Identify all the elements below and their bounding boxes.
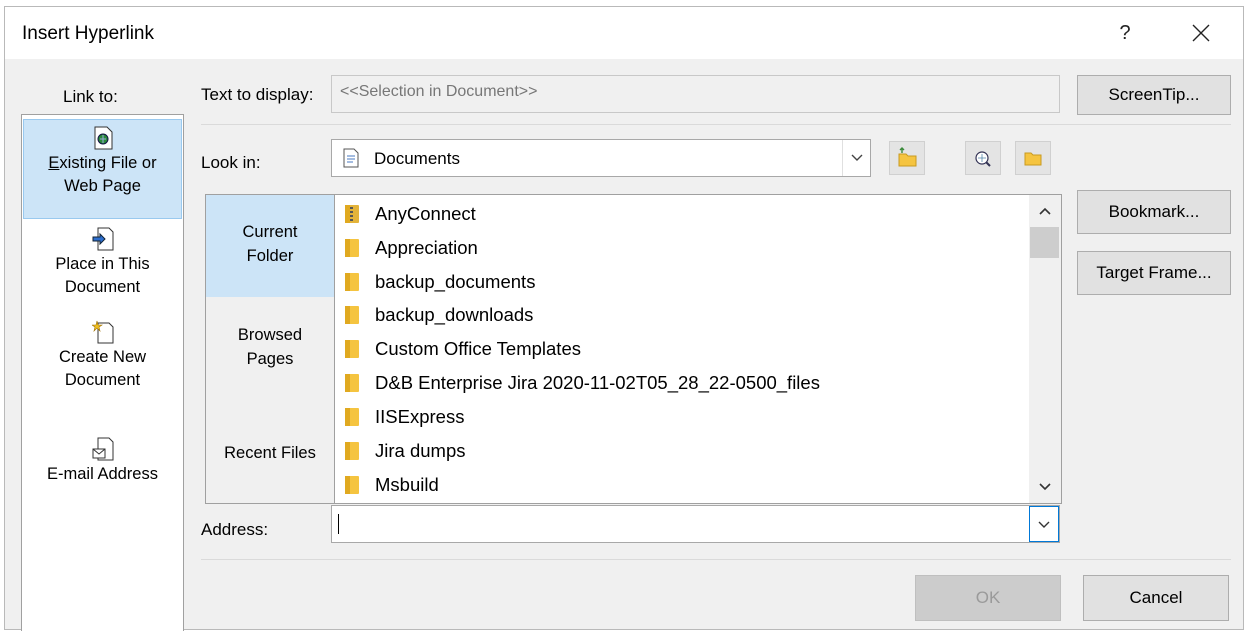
help-button[interactable]: ? [1105, 15, 1145, 51]
address-label: Address: [201, 520, 269, 539]
open-folder-icon [1024, 152, 1042, 166]
folder-icon [345, 476, 359, 494]
file-list-scrollbar[interactable] [1029, 195, 1061, 503]
chevron-up-icon [1039, 207, 1051, 215]
look-in-value: Documents [374, 149, 460, 168]
file-name: Custom Office Templates [375, 338, 581, 359]
up-one-folder-button[interactable] [889, 141, 925, 175]
folder-icon [345, 306, 359, 324]
close-button[interactable] [1177, 15, 1225, 51]
link-to-label: Link to: [63, 87, 118, 106]
list-item[interactable]: IISExpress [343, 400, 1023, 433]
look-in-combo[interactable]: Documents [331, 139, 871, 177]
scroll-thumb[interactable] [1030, 227, 1059, 258]
file-name: Jira dumps [375, 440, 466, 461]
title-bar: Insert Hyperlink ? [5, 7, 1243, 59]
insert-hyperlink-dialog: Insert Hyperlink ? Link to: Existing Fil… [4, 6, 1244, 631]
browsed-pages-line2: Pages [246, 350, 294, 368]
list-item[interactable]: AnyConnect [343, 197, 1023, 230]
text-to-display-input[interactable]: <<Selection in Document>> [331, 75, 1060, 113]
folder-icon [345, 374, 359, 392]
link-to-panel: Existing File or Web Page Place in This … [21, 114, 184, 631]
email-address-icon [92, 437, 113, 461]
link-to-email-address[interactable]: E-mail Address [23, 437, 182, 497]
list-item[interactable]: D&B Enterprise Jira 2020-11-02T05_28_22-… [343, 366, 1023, 399]
place-in-document-line1: Place in This [55, 255, 150, 273]
look-in-label: Look in: [201, 153, 261, 172]
file-name: IISExpress [375, 406, 465, 427]
scroll-up-button[interactable] [1029, 197, 1061, 225]
email-address-text: E-mail Address [47, 465, 158, 483]
file-name: D&B Enterprise Jira 2020-11-02T05_28_22-… [375, 372, 820, 393]
dialog-title: Insert Hyperlink [22, 23, 154, 44]
up-folder-icon [898, 147, 917, 167]
ok-button[interactable]: OK [915, 575, 1061, 621]
current-folder-line1: Current [242, 223, 298, 241]
file-name: backup_downloads [375, 304, 534, 325]
link-to-label-line1: Existing File or [48, 154, 157, 172]
target-frame-button[interactable]: Target Frame... [1077, 251, 1231, 295]
create-new-document-line1: Create New [58, 348, 147, 366]
place-in-document-line2: Document [64, 278, 141, 296]
file-name: backup_documents [375, 271, 536, 292]
file-name: AnyConnect [375, 203, 476, 224]
current-folder-line2: Folder [246, 247, 294, 265]
place-browsed-pages[interactable]: Browsed Pages [206, 323, 334, 383]
existing-file-icon [94, 126, 112, 150]
list-item[interactable]: backup_downloads [343, 298, 1023, 331]
documents-icon [343, 148, 359, 168]
folder-icon [345, 408, 359, 426]
look-in-dropdown-button[interactable] [842, 140, 870, 176]
cancel-button[interactable]: Cancel [1083, 575, 1229, 621]
screentip-button[interactable]: ScreenTip... [1077, 75, 1231, 115]
link-to-create-new-document[interactable]: Create New Document [23, 320, 182, 400]
create-new-document-icon [91, 320, 113, 344]
separator-bottom [201, 559, 1231, 560]
place-current-folder[interactable]: Current Folder [206, 195, 334, 297]
bookmark-button[interactable]: Bookmark... [1077, 190, 1231, 234]
list-item[interactable]: backup_documents [343, 265, 1023, 298]
browse-web-icon [975, 151, 991, 167]
list-item[interactable]: Appreciation [343, 231, 1023, 264]
separator-top [201, 124, 1231, 125]
folder-icon [345, 442, 359, 460]
help-icon: ? [1119, 22, 1131, 44]
text-to-display-label: Text to display: [201, 85, 314, 104]
file-name: Appreciation [375, 237, 478, 258]
place-in-document-icon [92, 227, 113, 251]
file-name: Msbuild [375, 474, 439, 495]
browse-file-button[interactable] [1015, 141, 1051, 175]
close-icon [1192, 24, 1210, 42]
file-list[interactable]: AnyConnect Appreciation backup_documents… [335, 194, 1062, 504]
chevron-down-icon [1038, 521, 1050, 528]
link-to-label-line2: Web Page [64, 177, 141, 195]
link-to-existing-file[interactable]: Existing File or Web Page [23, 119, 182, 219]
browse-web-button[interactable] [965, 141, 1001, 175]
places-bar: Current Folder Browsed Pages Recent File… [205, 194, 335, 504]
list-item[interactable]: Custom Office Templates [343, 332, 1023, 365]
folder-icon [345, 340, 359, 358]
text-caret [338, 514, 339, 534]
recent-files-text: Recent Files [224, 444, 316, 462]
folder-icon [345, 273, 359, 291]
zip-folder-icon [345, 205, 359, 223]
existing-file-text: xisting File or [59, 154, 157, 172]
scroll-down-button[interactable] [1029, 473, 1061, 501]
folder-icon [345, 239, 359, 257]
browsed-pages-line1: Browsed [237, 326, 303, 344]
chevron-down-icon [851, 154, 863, 161]
chevron-down-icon [1039, 483, 1051, 491]
place-recent-files[interactable]: Recent Files [206, 441, 334, 471]
address-dropdown-button[interactable] [1029, 506, 1059, 542]
address-input[interactable] [331, 505, 1060, 543]
list-item[interactable]: Msbuild [343, 468, 1023, 501]
create-new-document-line2: Document [64, 371, 141, 389]
list-item[interactable]: Jira dumps [343, 434, 1023, 467]
link-to-place-in-document[interactable]: Place in This Document [23, 227, 182, 307]
